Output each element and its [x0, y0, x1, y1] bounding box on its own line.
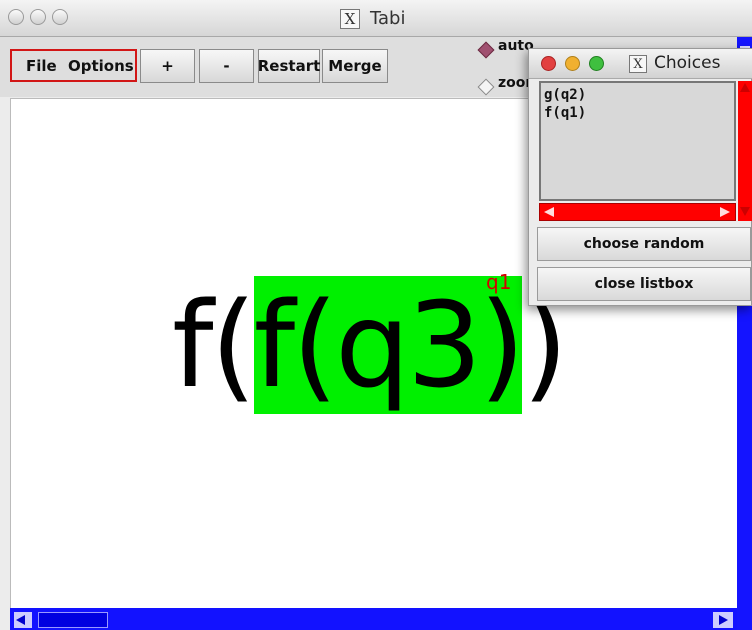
scroll-left-arrow[interactable] — [14, 612, 32, 628]
options-menu[interactable]: Options — [68, 57, 134, 75]
choices-window: X Choices g(q2) f(q1) choose random clos… — [528, 48, 752, 306]
zoom-out-button[interactable]: - — [199, 49, 254, 83]
close-window-button[interactable] — [8, 9, 24, 25]
x11-icon: X — [340, 8, 360, 29]
tabi-window: X Tabi File Options + - Restart Merge au… — [0, 0, 752, 630]
right-arrow-icon — [719, 615, 728, 625]
restart-button[interactable]: Restart — [258, 49, 320, 83]
highlighted-subterm[interactable]: f(q3) — [253, 276, 525, 414]
window-title-text: Tabi — [370, 8, 406, 29]
choose-random-button[interactable]: choose random — [537, 227, 751, 261]
list-item[interactable]: f(q1) — [544, 105, 586, 121]
left-arrow-icon — [544, 207, 554, 217]
minimize-window-button[interactable] — [30, 9, 46, 25]
zoom-window-button[interactable] — [52, 9, 68, 25]
subterm-tag: q1 — [486, 270, 512, 294]
expr-prefix: f( — [172, 276, 257, 414]
scroll-right-arrow[interactable] — [713, 612, 733, 628]
close-listbox-button[interactable]: close listbox — [537, 267, 751, 301]
right-arrow-icon — [720, 207, 730, 217]
choices-minimize-button[interactable] — [565, 56, 580, 71]
listbox-vertical-scrollbar[interactable] — [738, 81, 752, 221]
choices-close-button[interactable] — [541, 56, 556, 71]
window-title: X Tabi — [340, 8, 405, 29]
file-menu[interactable]: File — [26, 57, 57, 75]
down-arrow-icon — [740, 207, 750, 216]
horizontal-scroll-thumb[interactable] — [38, 612, 108, 628]
zoom-in-button[interactable]: + — [140, 49, 195, 83]
list-item[interactable]: g(q2) — [544, 87, 586, 103]
title-bar: X Tabi — [0, 0, 752, 37]
zoom-radio[interactable] — [477, 78, 495, 96]
menu-group: File Options — [10, 49, 137, 82]
up-arrow-icon — [740, 83, 750, 92]
choices-zoom-button[interactable] — [589, 56, 604, 71]
choices-title: Choices — [654, 53, 721, 73]
choices-listbox[interactable]: g(q2) f(q1) — [539, 81, 736, 201]
horizontal-scrollbar[interactable] — [10, 608, 737, 630]
choices-x11-icon: X — [629, 55, 647, 73]
merge-button[interactable]: Merge — [322, 49, 388, 83]
choices-title-bar: X Choices — [529, 49, 752, 79]
auto-radio[interactable] — [477, 41, 495, 59]
left-arrow-icon — [16, 615, 25, 625]
listbox-horizontal-scrollbar[interactable] — [539, 203, 736, 221]
